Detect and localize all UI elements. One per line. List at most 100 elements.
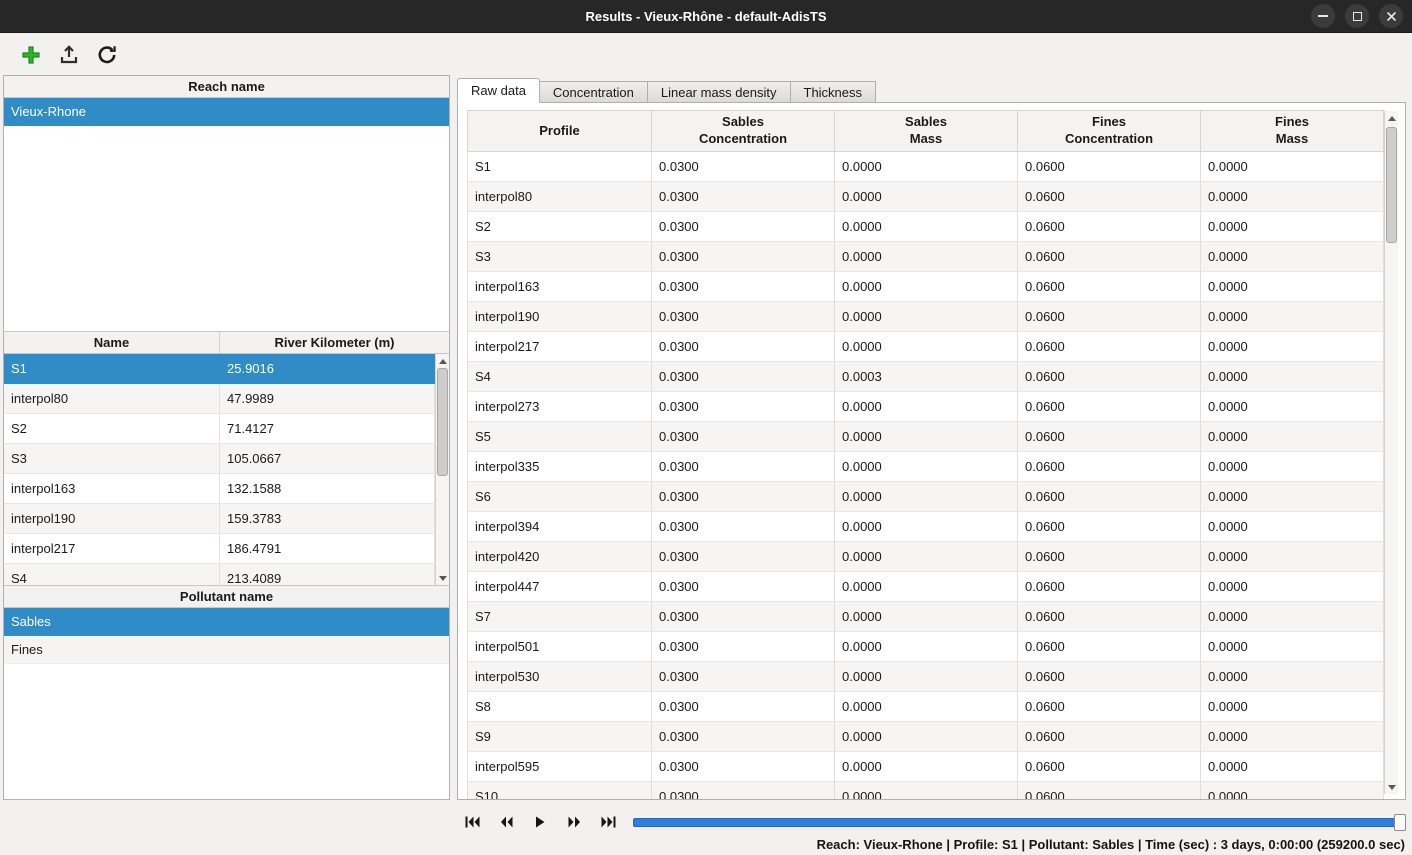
table-row[interactable]: interpol530 0.0300 0.0000 0.0600 0.0000	[467, 662, 1384, 692]
fines-concentration-cell: 0.0600	[1018, 242, 1201, 272]
table-row[interactable]: interpol501 0.0300 0.0000 0.0600 0.0000	[467, 632, 1384, 662]
table-row[interactable]: interpol420 0.0300 0.0000 0.0600 0.0000	[467, 542, 1384, 572]
time-slider-track[interactable]	[633, 818, 1406, 827]
tab[interactable]: Concentration	[540, 81, 648, 103]
column-header-line1: Sables	[905, 114, 947, 131]
titlebar: Results - Vieux-Rhône - default-AdisTS	[0, 0, 1412, 33]
table-row[interactable]: interpol163 0.0300 0.0000 0.0600 0.0000	[467, 272, 1384, 302]
reach-name-header: Reach name	[4, 76, 449, 98]
results-scrollbar[interactable]	[1384, 111, 1398, 794]
sables-concentration-cell: 0.0300	[652, 152, 835, 182]
table-row[interactable]: S7 0.0300 0.0000 0.0600 0.0000	[467, 602, 1384, 632]
sables-concentration-cell: 0.0300	[652, 722, 835, 752]
profiles-column-name[interactable]: Name	[4, 332, 220, 353]
table-row[interactable]: interpol335 0.0300 0.0000 0.0600 0.0000	[467, 452, 1384, 482]
column-header[interactable]: Sables Mass	[835, 110, 1018, 152]
table-row[interactable]: S9 0.0300 0.0000 0.0600 0.0000	[467, 722, 1384, 752]
scrollbar-thumb[interactable]	[1386, 127, 1397, 243]
profile-name-cell: S2	[4, 414, 220, 444]
column-header[interactable]: Fines Mass	[1201, 110, 1384, 152]
profile-cell: S1	[467, 152, 652, 182]
profile-row[interactable]: interpol163 132.1588	[4, 474, 435, 504]
fines-concentration-cell: 0.0600	[1018, 782, 1201, 799]
time-slider[interactable]	[633, 812, 1406, 832]
table-row[interactable]: S2 0.0300 0.0000 0.0600 0.0000	[467, 212, 1384, 242]
profile-row[interactable]: S4 213.4089	[4, 564, 435, 585]
table-row[interactable]: interpol80 0.0300 0.0000 0.0600 0.0000	[467, 182, 1384, 212]
status-text: Reach: Vieux-Rhone | Profile: S1 | Pollu…	[817, 837, 1405, 852]
time-slider-handle[interactable]	[1394, 814, 1406, 831]
fines-concentration-cell: 0.0600	[1018, 152, 1201, 182]
sables-mass-cell: 0.0000	[835, 212, 1018, 242]
fines-concentration-cell: 0.0600	[1018, 182, 1201, 212]
table-row[interactable]: interpol217 0.0300 0.0000 0.0600 0.0000	[467, 332, 1384, 362]
profile-name-cell: interpol190	[4, 504, 220, 534]
tab[interactable]: Linear mass density	[648, 81, 791, 103]
column-header[interactable]: Fines Concentration	[1018, 110, 1201, 152]
profile-row[interactable]: interpol217 186.4791	[4, 534, 435, 564]
fines-concentration-cell: 0.0600	[1018, 542, 1201, 572]
fast-forward-button[interactable]	[559, 810, 589, 834]
profiles-column-km[interactable]: River Kilometer (m)	[220, 332, 449, 353]
profile-row[interactable]: S2 71.4127	[4, 414, 435, 444]
sables-mass-cell: 0.0000	[835, 332, 1018, 362]
fines-mass-cell: 0.0000	[1201, 512, 1384, 542]
table-row[interactable]: S3 0.0300 0.0000 0.0600 0.0000	[467, 242, 1384, 272]
tab[interactable]: Thickness	[791, 81, 877, 103]
export-button[interactable]	[54, 40, 84, 70]
scroll-down-icon[interactable]	[1385, 780, 1398, 794]
fines-mass-cell: 0.0000	[1201, 542, 1384, 572]
table-row[interactable]: S1 0.0300 0.0000 0.0600 0.0000	[467, 152, 1384, 182]
profile-row[interactable]: S3 105.0667	[4, 444, 435, 474]
add-button[interactable]	[16, 40, 46, 70]
column-header[interactable]: Sables Concentration	[652, 110, 835, 152]
scroll-up-icon[interactable]	[436, 354, 449, 368]
pollutant-list-item[interactable]: Sables	[4, 608, 449, 636]
fines-mass-cell: 0.0000	[1201, 332, 1384, 362]
skip-first-button[interactable]	[457, 810, 487, 834]
column-header-line2: Mass	[910, 131, 943, 148]
profiles-scrollbar[interactable]	[435, 354, 449, 585]
sables-mass-cell: 0.0000	[835, 512, 1018, 542]
sables-mass-cell: 0.0000	[835, 572, 1018, 602]
profile-row[interactable]: interpol190 159.3783	[4, 504, 435, 534]
profile-row[interactable]: interpol80 47.9989	[4, 384, 435, 414]
table-row[interactable]: interpol595 0.0300 0.0000 0.0600 0.0000	[467, 752, 1384, 782]
tab[interactable]: Raw data	[457, 78, 540, 103]
scroll-down-icon[interactable]	[436, 571, 449, 585]
table-row[interactable]: S4 0.0300 0.0003 0.0600 0.0000	[467, 362, 1384, 392]
reach-list-item[interactable]: Vieux-Rhone	[4, 98, 449, 126]
scroll-up-icon[interactable]	[1385, 111, 1398, 125]
table-row[interactable]: S5 0.0300 0.0000 0.0600 0.0000	[467, 422, 1384, 452]
column-header[interactable]: Profile	[467, 110, 652, 152]
table-row[interactable]: interpol447 0.0300 0.0000 0.0600 0.0000	[467, 572, 1384, 602]
fines-concentration-cell: 0.0600	[1018, 632, 1201, 662]
fines-concentration-cell: 0.0600	[1018, 452, 1201, 482]
sables-mass-cell: 0.0000	[835, 242, 1018, 272]
fines-concentration-cell: 0.0600	[1018, 722, 1201, 752]
column-header-line1: Profile	[539, 123, 579, 140]
profile-row[interactable]: S1 25.9016	[4, 354, 435, 384]
table-row[interactable]: S8 0.0300 0.0000 0.0600 0.0000	[467, 692, 1384, 722]
fines-concentration-cell: 0.0600	[1018, 662, 1201, 692]
column-header-line1: Fines	[1092, 114, 1126, 131]
refresh-button[interactable]	[92, 40, 122, 70]
table-row[interactable]: S10 0.0300 0.0000 0.0600 0.0000	[467, 782, 1384, 799]
table-row[interactable]: interpol273 0.0300 0.0000 0.0600 0.0000	[467, 392, 1384, 422]
sables-concentration-cell: 0.0300	[652, 632, 835, 662]
play-button[interactable]	[525, 810, 555, 834]
table-row[interactable]: S6 0.0300 0.0000 0.0600 0.0000	[467, 482, 1384, 512]
close-button[interactable]	[1379, 4, 1403, 28]
scrollbar-thumb[interactable]	[437, 368, 448, 476]
table-row[interactable]: interpol190 0.0300 0.0000 0.0600 0.0000	[467, 302, 1384, 332]
pollutant-list-item[interactable]: Fines	[4, 636, 449, 664]
skip-last-button[interactable]	[593, 810, 623, 834]
minimize-button[interactable]	[1311, 4, 1335, 28]
sables-concentration-cell: 0.0300	[652, 422, 835, 452]
fines-concentration-cell: 0.0600	[1018, 752, 1201, 782]
profile-cell: interpol530	[467, 662, 652, 692]
maximize-button[interactable]	[1345, 4, 1369, 28]
pollutant-list: Sables Fines	[4, 608, 449, 799]
table-row[interactable]: interpol394 0.0300 0.0000 0.0600 0.0000	[467, 512, 1384, 542]
rewind-button[interactable]	[491, 810, 521, 834]
